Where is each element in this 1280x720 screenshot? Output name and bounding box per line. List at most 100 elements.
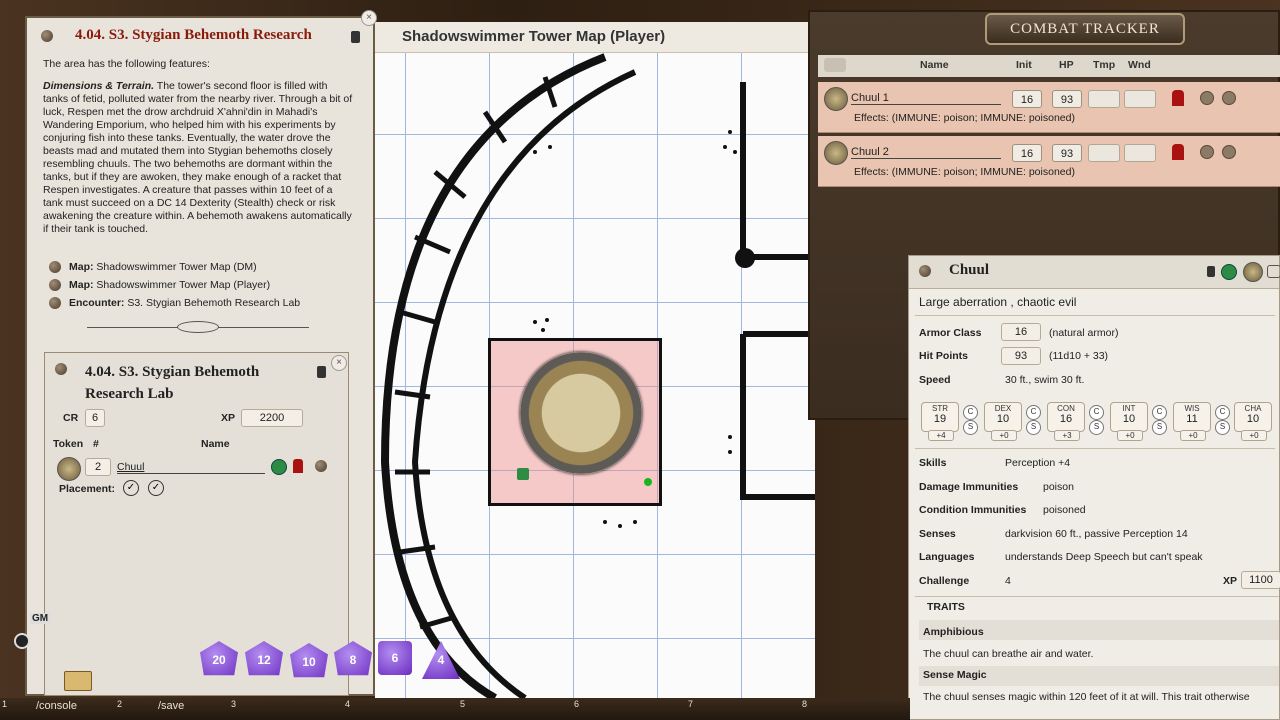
- stat-value: 10: [996, 413, 1010, 425]
- ct-wnd-field[interactable]: [1124, 144, 1156, 162]
- xp-label: XP: [221, 412, 236, 424]
- save-check-icon[interactable]: C: [1089, 405, 1104, 420]
- trait2-text: The chuul senses magic within 120 feet o…: [923, 691, 1250, 703]
- ct-faction-icon[interactable]: [1172, 144, 1184, 160]
- xp-field[interactable]: 2200: [241, 409, 303, 427]
- hp-field[interactable]: 93: [1001, 347, 1041, 365]
- ct-row-chuul-2[interactable]: Chuul 2 16 93 Effects: (IMMUNE: poison; …: [818, 136, 1280, 187]
- encounter-link-orb-icon[interactable]: [55, 363, 67, 375]
- ct-effects[interactable]: Effects: (IMMUNE: poison; IMMUNE: poison…: [854, 166, 1075, 178]
- visibility-eye-icon[interactable]: [824, 58, 846, 72]
- hotkey-save[interactable]: /save: [158, 700, 184, 712]
- hotbar: [0, 698, 910, 720]
- npc-count-field[interactable]: 2: [85, 458, 111, 476]
- ct-hp-field[interactable]: 93: [1052, 90, 1082, 108]
- dmg-imm-label: Damage Immunities: [919, 481, 1019, 493]
- chat-icon[interactable]: [1267, 265, 1280, 278]
- stat-con[interactable]: CON 16 +3: [1047, 402, 1085, 441]
- stat-dex[interactable]: DEX 10 +0: [984, 402, 1022, 441]
- story-link-orb-icon[interactable]: [41, 30, 53, 42]
- chuul-token[interactable]: [520, 352, 642, 474]
- id-icon[interactable]: [271, 459, 287, 475]
- ct-name[interactable]: Chuul 2: [851, 146, 1001, 159]
- save-roll-icon[interactable]: S: [1026, 420, 1041, 435]
- hotkey-num: 3: [231, 699, 237, 709]
- save-check-icon[interactable]: C: [963, 405, 978, 420]
- npc-separator: [915, 315, 1275, 316]
- token-shield-icon: [517, 468, 529, 480]
- story-link-encounter[interactable]: Encounter: S3. Stygian Behemoth Research…: [49, 297, 300, 309]
- settings-gear-icon[interactable]: [14, 633, 30, 649]
- encounter-close-icon[interactable]: ×: [331, 355, 347, 371]
- ac-field[interactable]: 16: [1001, 323, 1041, 341]
- story-close-icon[interactable]: ×: [361, 10, 377, 26]
- ct-target-icon[interactable]: [1200, 91, 1214, 105]
- cond-imm-label: Condition Immunities: [919, 504, 1027, 516]
- npc-link-orb-icon[interactable]: [919, 265, 931, 277]
- ct-target-icon[interactable]: [1200, 145, 1214, 159]
- encounter-lock-icon[interactable]: [317, 366, 326, 378]
- challenge-value: 4: [1005, 575, 1011, 587]
- ct-init-field[interactable]: 16: [1012, 90, 1042, 108]
- faction-icon[interactable]: [293, 459, 303, 473]
- divider-flourish-icon: [177, 321, 219, 333]
- ct-name[interactable]: Chuul 1: [851, 92, 1001, 105]
- save-roll-icon[interactable]: S: [1215, 420, 1230, 435]
- stat-name: INT: [1122, 404, 1136, 413]
- save-roll-icon[interactable]: S: [1152, 420, 1167, 435]
- chuul-token-thumbnail[interactable]: [57, 457, 81, 481]
- encounter-window: × 4.04. S3. Stygian Behemoth Research La…: [44, 352, 349, 696]
- ct-row-chuul-1[interactable]: Chuul 1 16 93 Effects: (IMMUNE: poison; …: [818, 82, 1280, 133]
- stat-mod: +0: [991, 430, 1017, 441]
- stat-wis[interactable]: WIS 11 +0: [1173, 402, 1211, 441]
- ct-effects[interactable]: Effects: (IMMUNE: poison; IMMUNE: poison…: [854, 112, 1075, 124]
- ct-faction-icon[interactable]: [1172, 90, 1184, 106]
- story-link-map-dm[interactable]: Map: Shadowswimmer Tower Map (DM): [49, 261, 257, 273]
- ct-effects-icon[interactable]: [1222, 145, 1236, 159]
- ct-hp-field[interactable]: 93: [1052, 144, 1082, 162]
- cr-field[interactable]: 6: [85, 409, 105, 427]
- ct-token-icon[interactable]: [824, 141, 848, 165]
- hotkey-num: 6: [574, 699, 580, 709]
- npc-lock-icon[interactable]: [1207, 266, 1215, 277]
- ct-token-icon[interactable]: [824, 87, 848, 111]
- map-canvas[interactable]: [375, 22, 815, 698]
- stat-cha[interactable]: CHA 10 +0: [1234, 402, 1272, 441]
- story-link-map-player[interactable]: Map: Shadowswimmer Tower Map (Player): [49, 279, 270, 291]
- ct-init-field[interactable]: 16: [1012, 144, 1042, 162]
- story-intro: The area has the following features:: [43, 58, 210, 70]
- ct-col-hp: HP: [1059, 59, 1074, 71]
- token-header: Token: [53, 438, 84, 450]
- map-title: Shadowswimmer Tower Map (Player): [402, 28, 666, 45]
- save-check-icon[interactable]: C: [1215, 405, 1230, 420]
- stat-mod: +0: [1117, 430, 1143, 441]
- npc-id-icon[interactable]: [1221, 264, 1237, 280]
- npc-xp-field[interactable]: 1100: [1241, 571, 1280, 589]
- save-roll-icon[interactable]: S: [963, 420, 978, 435]
- ct-col-wnd: Wnd: [1128, 59, 1151, 71]
- ct-wnd-field[interactable]: [1124, 90, 1156, 108]
- link-orb-icon: [49, 297, 61, 309]
- npc-name-link[interactable]: Chuul: [117, 461, 265, 474]
- stat-str[interactable]: STR 19 +4: [921, 402, 959, 441]
- story-body: Dimensions & Terrain. The tower's second…: [43, 80, 355, 236]
- hotkey-console[interactable]: /console: [36, 700, 77, 712]
- name-header: Name: [201, 438, 230, 450]
- save-roll-icon[interactable]: S: [1089, 420, 1104, 435]
- ct-effects-icon[interactable]: [1222, 91, 1236, 105]
- placement-check-2-icon[interactable]: ✓: [148, 480, 164, 496]
- npc-link-orb-icon[interactable]: [315, 460, 327, 472]
- stat-int[interactable]: INT 10 +0: [1110, 402, 1148, 441]
- placement-check-1-icon[interactable]: ✓: [123, 480, 139, 496]
- ct-tmp-field[interactable]: [1088, 144, 1120, 162]
- link-prefix: Map:: [69, 279, 94, 291]
- d6-dice-icon[interactable]: 6: [378, 641, 412, 675]
- trait2-name: Sense Magic: [923, 669, 987, 681]
- encounter-title: 4.04. S3. Stygian Behemoth Research Lab: [85, 364, 260, 402]
- npc-token-icon[interactable]: [1243, 262, 1263, 282]
- lock-icon[interactable]: [351, 31, 360, 43]
- save-check-icon[interactable]: C: [1152, 405, 1167, 420]
- mail-icon[interactable]: [64, 671, 92, 691]
- ct-tmp-field[interactable]: [1088, 90, 1120, 108]
- save-check-icon[interactable]: C: [1026, 405, 1041, 420]
